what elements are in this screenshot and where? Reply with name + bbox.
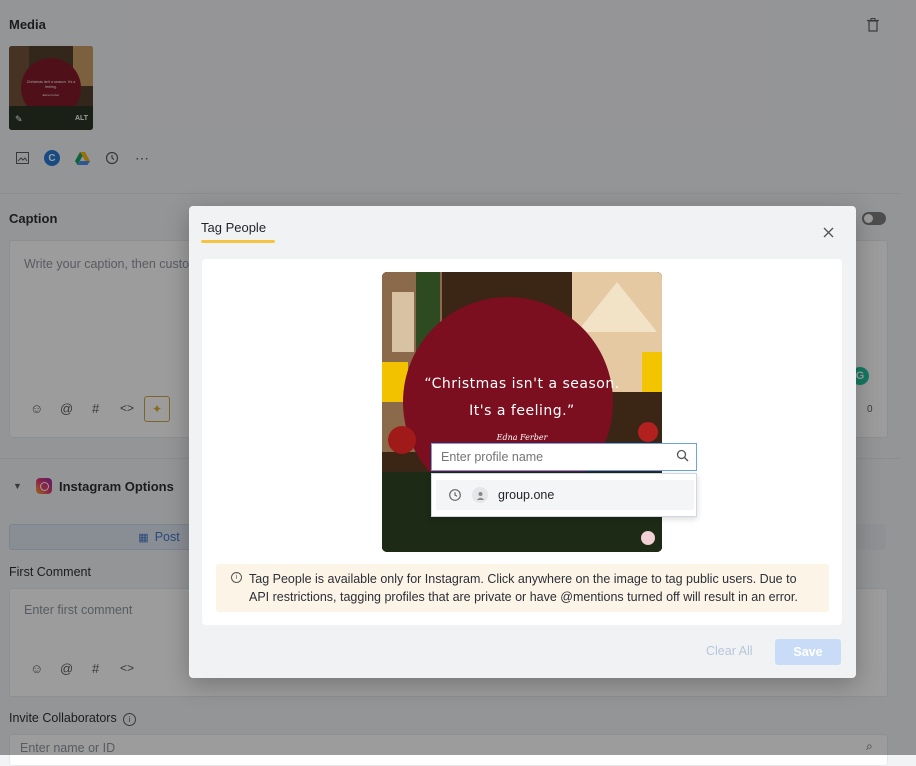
image-quote-line1: “Christmas isn't a season. bbox=[424, 376, 620, 392]
active-tab-underline bbox=[201, 240, 275, 243]
info-text: Tag People is available only for Instagr… bbox=[249, 572, 798, 604]
tab-tag-people[interactable]: Tag People bbox=[201, 220, 266, 235]
save-button[interactable]: Save bbox=[775, 639, 841, 665]
info-icon: i bbox=[231, 572, 242, 583]
close-icon[interactable] bbox=[821, 225, 835, 239]
suggestion-item[interactable]: group.one bbox=[436, 480, 694, 510]
clear-all-button[interactable]: Clear All bbox=[706, 644, 753, 658]
profile-suggestions-dropdown: group.one bbox=[431, 473, 697, 517]
avatar bbox=[472, 487, 488, 503]
profile-search-box[interactable] bbox=[431, 443, 697, 471]
recent-history-icon bbox=[448, 488, 462, 507]
search-icon[interactable] bbox=[676, 449, 689, 467]
info-banner: i Tag People is available only for Insta… bbox=[216, 564, 829, 612]
image-quote-line2: It's a feeling.” bbox=[469, 403, 575, 419]
suggestion-name: group.one bbox=[498, 488, 555, 502]
tag-people-modal: Tag People “Christmas isn't a season. It… bbox=[189, 206, 856, 678]
image-author: Edna Ferber bbox=[496, 433, 548, 442]
modal-body: “Christmas isn't a season. It's a feelin… bbox=[202, 259, 842, 625]
profile-search-input[interactable] bbox=[432, 444, 671, 470]
